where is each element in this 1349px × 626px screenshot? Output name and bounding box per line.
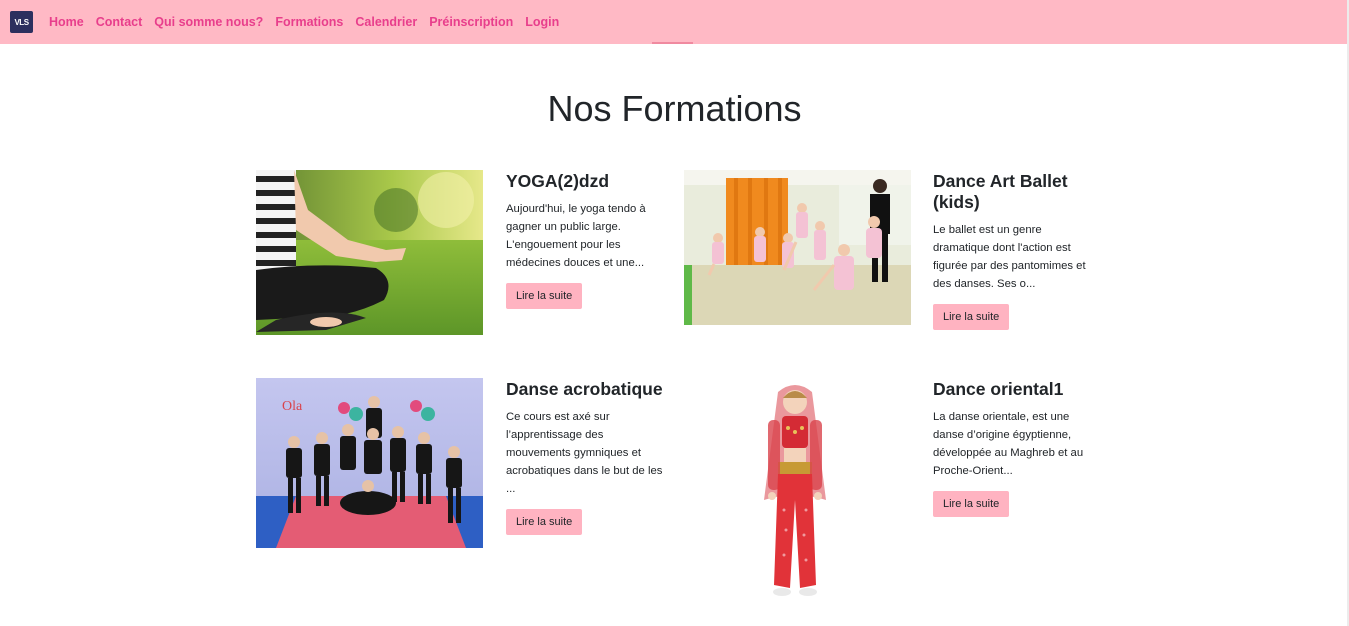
acrobatic-dance-image: Ola (256, 378, 483, 548)
site-logo[interactable]: VLS (10, 11, 33, 33)
ballet-image (684, 170, 911, 325)
formation-description: Le ballet est un genre dramatique dont l… (933, 224, 1086, 290)
formation-title: Danse acrobatique (506, 379, 663, 399)
svg-text:Ola: Ola (282, 399, 303, 414)
formation-description: Aujourd'hui, le yoga tendo à gagner un p… (506, 203, 646, 269)
formation-description: Ce cours est axé sur l’apprentissage des… (506, 411, 663, 495)
formation-title: Dance Art Ballet (kids) (933, 171, 1068, 212)
formation-card-body: Danse acrobatique Ce cours est axé sur l… (506, 379, 666, 535)
formation-title: Dance oriental1 (933, 379, 1064, 399)
nav-home[interactable]: Home (49, 15, 84, 29)
read-more-button[interactable]: Lire la suite (933, 304, 1010, 330)
nav-formations[interactable]: Formations (275, 15, 343, 29)
read-more-button[interactable]: Lire la suite (933, 491, 1010, 517)
top-navbar: VLS Home Contact Qui somme nous? Formati… (0, 0, 1349, 44)
oriental-dance-image (740, 380, 850, 605)
nav-preinscription[interactable]: Préinscription (429, 15, 513, 29)
nav-calendrier[interactable]: Calendrier (355, 15, 417, 29)
nav-login[interactable]: Login (525, 15, 559, 29)
nav-contact[interactable]: Contact (96, 15, 143, 29)
formation-card-body: YOGA(2)dzd Aujourd'hui, le yoga tendo à … (506, 171, 666, 309)
page-title: Nos Formations (547, 88, 802, 129)
formation-title: YOGA(2)dzd (506, 171, 610, 191)
formation-card-body: Dance oriental1 La danse orientale, est … (933, 379, 1093, 517)
formation-card-body: Dance Art Ballet (kids) Le ballet est un… (933, 171, 1093, 330)
yoga-image (256, 170, 483, 335)
formation-description: La danse orientale, est une danse d’orig… (933, 411, 1084, 477)
nav-qui-somme-nous[interactable]: Qui somme nous? (154, 15, 263, 29)
nav-active-indicator (652, 42, 693, 44)
read-more-button[interactable]: Lire la suite (506, 283, 583, 309)
read-more-button[interactable]: Lire la suite (506, 509, 583, 535)
